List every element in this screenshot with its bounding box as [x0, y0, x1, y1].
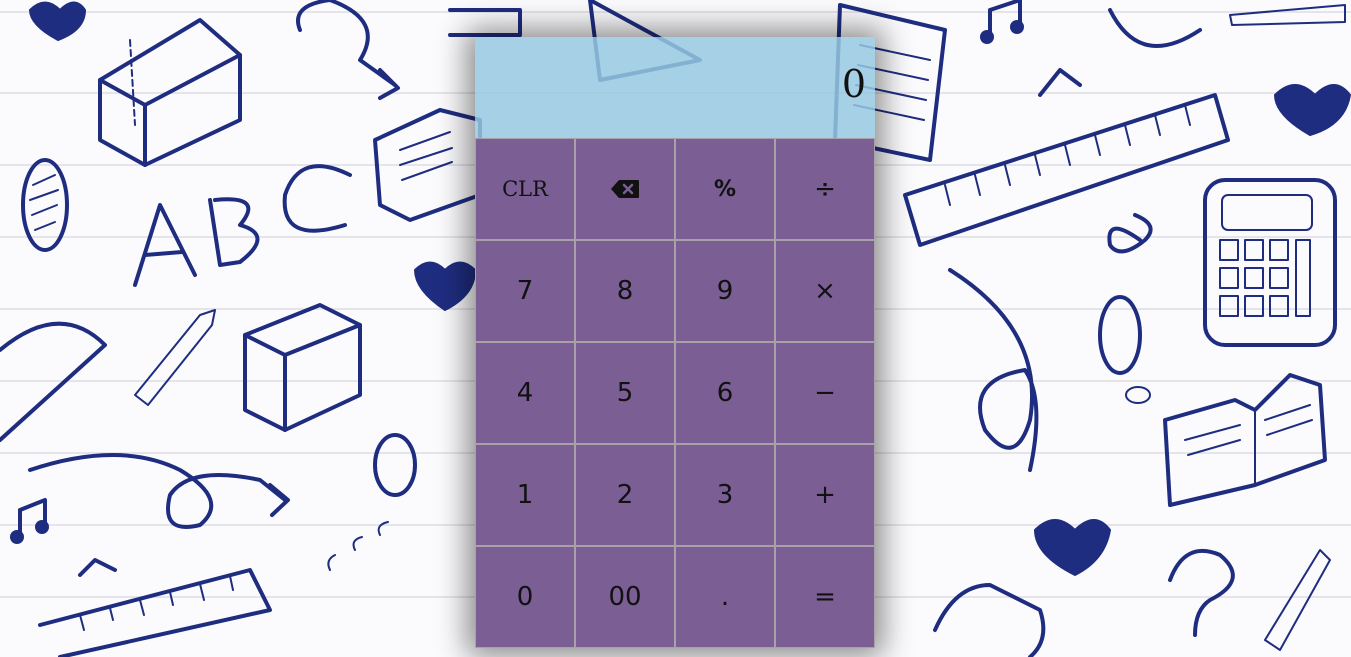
- backspace-icon: [611, 180, 639, 198]
- decimal-button[interactable]: .: [675, 546, 775, 648]
- four-button[interactable]: 4: [475, 342, 575, 444]
- small-cube-doodle: [243, 303, 362, 432]
- calculator: 0 CLR % ÷ 7 8 9 × 4 5 6 − 1 2 3 + 0 00 .…: [475, 37, 875, 648]
- three-button[interactable]: 3: [675, 444, 775, 546]
- divide-button[interactable]: ÷: [775, 138, 875, 240]
- cube-doodle: [98, 18, 242, 167]
- multiply-button[interactable]: ×: [775, 240, 875, 342]
- one-button[interactable]: 1: [475, 444, 575, 546]
- nine-button[interactable]: 9: [675, 240, 775, 342]
- display-value: 0: [841, 62, 866, 106]
- eight-button[interactable]: 8: [575, 240, 675, 342]
- zero-button[interactable]: 0: [475, 546, 575, 648]
- six-button[interactable]: 6: [675, 342, 775, 444]
- seven-button[interactable]: 7: [475, 240, 575, 342]
- calculator-display: 0: [475, 37, 875, 138]
- keypad: CLR % ÷ 7 8 9 × 4 5 6 − 1 2 3 + 0 00 . =: [475, 138, 875, 648]
- two-button[interactable]: 2: [575, 444, 675, 546]
- five-button[interactable]: 5: [575, 342, 675, 444]
- percent-button[interactable]: %: [675, 138, 775, 240]
- double-zero-button[interactable]: 00: [575, 546, 675, 648]
- equals-button[interactable]: =: [775, 546, 875, 648]
- abc-doodle: [133, 164, 352, 287]
- backspace-button[interactable]: [575, 138, 675, 240]
- subtract-button[interactable]: −: [775, 342, 875, 444]
- clear-button[interactable]: CLR: [475, 138, 575, 240]
- add-button[interactable]: +: [775, 444, 875, 546]
